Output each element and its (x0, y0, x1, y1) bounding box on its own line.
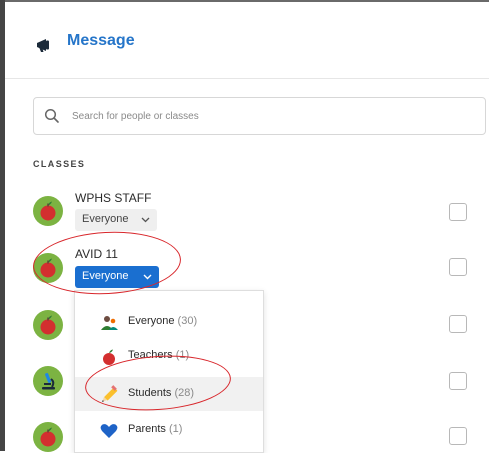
class-checkbox[interactable] (449, 203, 467, 221)
chevron-down-icon (143, 274, 152, 280)
search-input[interactable] (72, 98, 472, 134)
class-checkbox[interactable] (449, 427, 467, 445)
microscope-icon (42, 373, 55, 390)
search-box[interactable] (33, 97, 486, 135)
dropdown-item-count: (1) (175, 349, 190, 361)
chevron-down-icon (141, 217, 150, 223)
class-avatar-apple-icon (33, 310, 63, 340)
search-icon (44, 108, 59, 123)
dropdown-item-students[interactable]: Students (28) (75, 377, 263, 411)
megaphone-icon (37, 39, 49, 52)
panel-header: Message (5, 2, 489, 79)
audience-dropdown-label: Everyone (82, 213, 129, 225)
apple-icon (40, 315, 56, 335)
audience-dropdown-label: Everyone (82, 270, 129, 282)
pencil-icon (102, 385, 118, 402)
dropdown-item-count: (30) (177, 315, 198, 327)
apple-icon (40, 201, 56, 221)
dropdown-item-everyone[interactable]: Everyone (30) (75, 305, 263, 339)
apple-icon (40, 258, 56, 278)
class-name-wphs-staff[interactable]: WPHS STAFF (75, 191, 151, 205)
section-label-classes: CLASSES (33, 159, 86, 169)
dropdown-item-teachers[interactable]: Teachers (1) (75, 339, 263, 373)
message-panel: Message CLASSES WPHS STAFF Everyone AVI (5, 2, 489, 453)
dropdown-item-label: Parents (128, 423, 166, 435)
dropdown-item-count: (28) (174, 387, 195, 399)
dropdown-item-count: (1) (168, 423, 183, 435)
dropdown-item-label: Students (128, 387, 172, 399)
dropdown-item-label: Teachers (128, 349, 173, 361)
page-title: Message (67, 32, 135, 49)
heart-icon (100, 424, 118, 438)
dropdown-item-parents[interactable]: Parents (1) (75, 413, 263, 447)
apple-icon (40, 427, 56, 447)
dropdown-item-label: Everyone (128, 315, 175, 327)
audience-dropdown-button-active[interactable]: Everyone (75, 266, 159, 288)
apple-icon (103, 349, 115, 365)
class-avatar-apple-icon (33, 196, 63, 226)
class-checkbox[interactable] (449, 315, 467, 333)
audience-dropdown-button[interactable]: Everyone (75, 209, 157, 231)
audience-dropdown-menu: Everyone (30) Teachers (1) Students (28)… (74, 290, 264, 453)
class-name-avid-11[interactable]: AVID 11 (75, 247, 118, 261)
class-avatar-apple-icon (33, 253, 63, 283)
people-icon (101, 316, 118, 330)
class-checkbox[interactable] (449, 372, 467, 390)
class-avatar-apple-icon (33, 422, 63, 452)
class-avatar-microscope-icon (33, 366, 63, 396)
class-checkbox[interactable] (449, 258, 467, 276)
